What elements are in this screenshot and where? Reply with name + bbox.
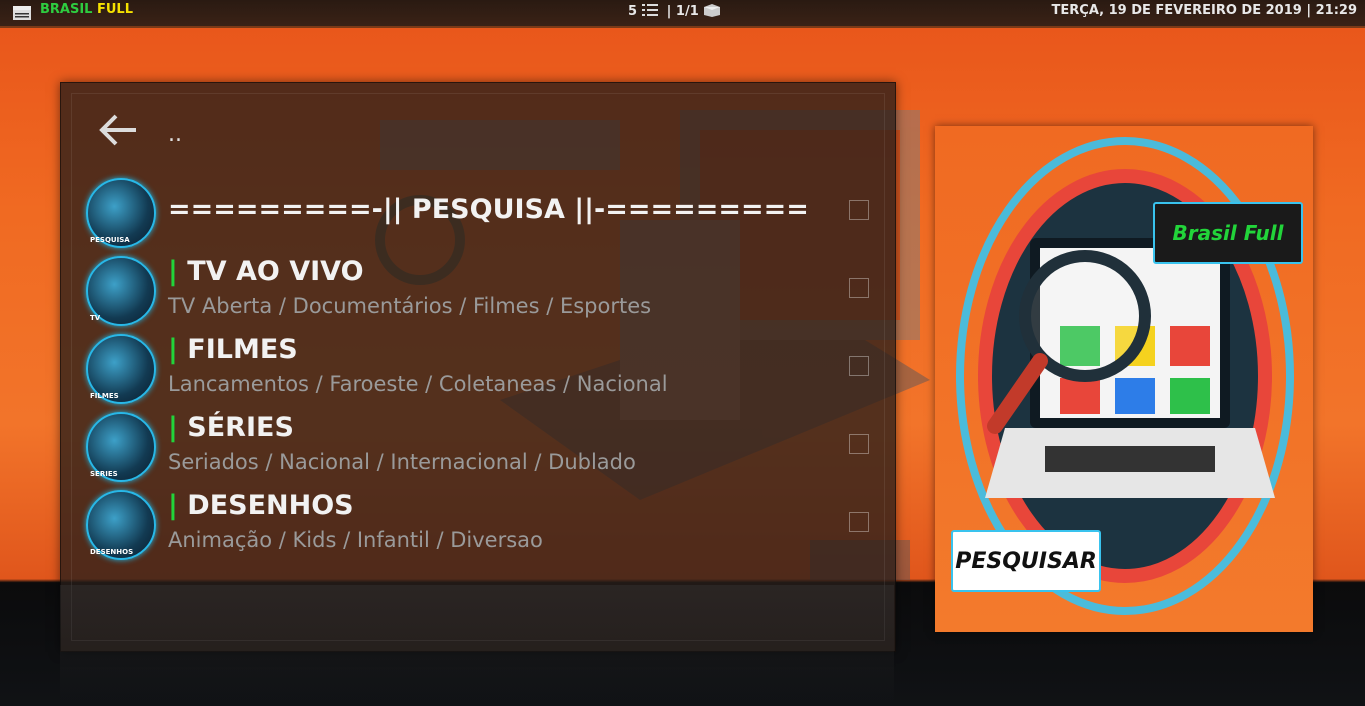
list-item-checkbox[interactable] (849, 200, 869, 220)
list-item-subtitle: Seriados / Nacional / Internacional / Du… (168, 450, 636, 474)
list-item-title-text: =========-|| PESQUISA ||-========= (168, 194, 809, 225)
list-item-title-text: FILMES (187, 334, 298, 365)
list-item-checkbox[interactable] (849, 512, 869, 532)
list-item-checkbox[interactable] (849, 356, 869, 376)
list-item-marker: | (168, 412, 178, 443)
list-item-subtitle: Animação / Kids / Infantil / Diversao (168, 528, 543, 552)
thumbnail-image: TV (86, 256, 156, 326)
thumbnail-image: PESQUISA (86, 178, 156, 248)
thumbnail-label: TV (90, 314, 101, 322)
list-item-title: | FILMES (168, 334, 298, 365)
list-item-subtitle: TV Aberta / Documentários / Filmes / Esp… (168, 294, 652, 318)
thumbnail-label: DESENHOS (90, 548, 134, 556)
list-item[interactable]: TV | TV AO VIVO TV Aberta / Documentário… (86, 256, 876, 328)
list-item[interactable]: PESQUISA =========-|| PESQUISA ||-======… (86, 178, 876, 250)
thumbnail-label: PESQUISA (90, 236, 130, 244)
list-item-checkbox[interactable] (849, 434, 869, 454)
list-item-marker: | (168, 490, 178, 521)
thumbnail-label: FILMES (90, 392, 119, 400)
list-item[interactable]: FILMES | FILMES Lancamentos / Faroeste /… (86, 334, 876, 406)
list-item-marker: | (168, 334, 178, 365)
list-item-title-text: SÉRIES (187, 412, 294, 443)
thumbnail-label: SERIES (90, 470, 118, 478)
list-item-title: | DESENHOS (168, 490, 354, 521)
list-item[interactable]: SERIES | SÉRIES Seriados / Nacional / In… (86, 412, 876, 484)
list-item-title-text: TV AO VIVO (187, 256, 364, 287)
list-item-title: =========-|| PESQUISA ||-========= (168, 194, 809, 225)
brand-badge: Brasil Full (1153, 202, 1303, 264)
search-badge: PESQUISAR (951, 530, 1101, 592)
thumbnail-image: FILMES (86, 334, 156, 404)
poster-image: Brasil Full PESQUISAR (935, 126, 1313, 632)
back-arrow-icon[interactable] (98, 112, 138, 148)
list-item-checkbox[interactable] (849, 278, 869, 298)
list-item-title: | SÉRIES (168, 412, 294, 443)
floor-reflection (60, 585, 894, 706)
list-item-title: | TV AO VIVO (168, 256, 364, 287)
thumbnail-image: DESENHOS (86, 490, 156, 560)
list-item-marker: | (168, 256, 178, 287)
parent-folder-item[interactable]: .. (168, 122, 182, 147)
list-item-title-text: DESENHOS (187, 490, 354, 521)
list-item[interactable]: DESENHOS | DESENHOS Animação / Kids / In… (86, 490, 876, 562)
thumbnail-image: SERIES (86, 412, 156, 482)
list-item-subtitle: Lancamentos / Faroeste / Coletaneas / Na… (168, 372, 668, 396)
